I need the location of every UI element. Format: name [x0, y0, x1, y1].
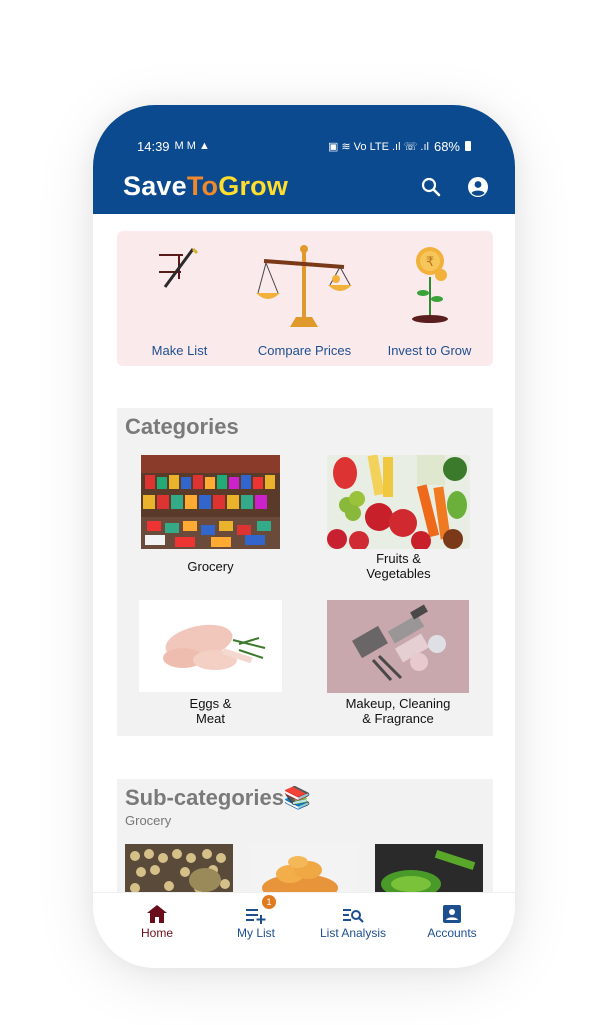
fruits-vegetables-image: [327, 455, 470, 549]
invest-to-grow-button[interactable]: ₹ Invest to Grow: [367, 231, 492, 366]
profile-icon[interactable]: [466, 175, 490, 199]
nav-list-analysis[interactable]: List Analysis: [303, 893, 403, 953]
category-grocery-label: Grocery: [187, 559, 234, 574]
make-list-button[interactable]: Make List: [117, 231, 242, 366]
signal-icons: ▣ ≋ Vo LTE .ıl ☏ .ıl: [327, 140, 429, 153]
bottom-navigation: Home 1 My List List Analysis Accounts: [93, 892, 515, 968]
nav-my-list-label: My List: [236, 926, 275, 940]
account-box-icon: [443, 905, 461, 923]
invest-to-grow-label: Invest to Grow: [387, 343, 472, 358]
svg-text:₹: ₹: [426, 255, 434, 270]
nav-list-analysis-label: List Analysis: [319, 926, 387, 940]
notification-icons: M M ▲: [174, 140, 210, 152]
nav-home[interactable]: Home: [107, 893, 207, 953]
selected-category-label: Grocery: [125, 813, 172, 828]
my-list-badge: 1: [262, 895, 276, 909]
brand-save: Save: [123, 171, 187, 201]
battery-icon: [465, 141, 471, 151]
battery-percent: 68%: [433, 138, 460, 154]
quick-actions-panel: Make List Compare Prices ₹ Invest to Gro…: [117, 231, 493, 366]
category-makeup-cleaning-fragrance[interactable]: Makeup, Cleaning & Fragrance: [327, 600, 472, 730]
nav-accounts[interactable]: Accounts: [402, 893, 502, 953]
grocery-image: [141, 455, 280, 549]
phone-frame: 14:39 M M ▲ ▣ ≋ Vo LTE .ıl ☏ .ıl 68% Sav…: [93, 105, 515, 968]
pen-list-icon: [159, 247, 199, 288]
subcategories-title: Sub-categories📚: [125, 785, 312, 810]
app-title: SaveToGrow: [123, 171, 288, 202]
status-bar: 14:39 M M ▲ ▣ ≋ Vo LTE .ıl ☏ .ıl 68%: [137, 137, 471, 155]
brand-grow: Grow: [218, 171, 289, 201]
nav-accounts-label: Accounts: [427, 926, 477, 940]
category-grocery[interactable]: Grocery: [141, 455, 281, 580]
category-fruits-vegetables-label: Fruits & Vegetables: [366, 551, 431, 581]
scale-icon: [256, 245, 352, 327]
category-eggs-meat-label: Eggs & Meat: [189, 696, 232, 726]
category-eggs-meat[interactable]: Eggs & Meat: [139, 600, 284, 730]
makeup-cleaning-fragrance-image: [327, 600, 469, 693]
categories-title: Categories: [125, 414, 239, 439]
list-search-icon: [343, 909, 364, 923]
compare-prices-button[interactable]: Compare Prices: [242, 231, 367, 366]
search-icon[interactable]: [419, 175, 443, 199]
categories-section: Categories Grocery Fruits & Vegetables E…: [117, 408, 493, 736]
coin-plant-icon: ₹: [412, 247, 448, 323]
home-icon: [147, 905, 167, 923]
status-time: 14:39: [137, 138, 170, 154]
eggs-meat-image: [139, 600, 282, 692]
compare-prices-label: Compare Prices: [257, 343, 352, 358]
nav-home-label: Home: [140, 926, 173, 940]
brand-to: To: [186, 171, 219, 201]
make-list-label: Make List: [151, 343, 208, 358]
category-makeup-cleaning-fragrance-label: Makeup, Cleaning & Fragrance: [345, 696, 451, 726]
nav-my-list[interactable]: 1 My List: [206, 893, 306, 953]
category-fruits-vegetables[interactable]: Fruits & Vegetables: [327, 455, 472, 585]
